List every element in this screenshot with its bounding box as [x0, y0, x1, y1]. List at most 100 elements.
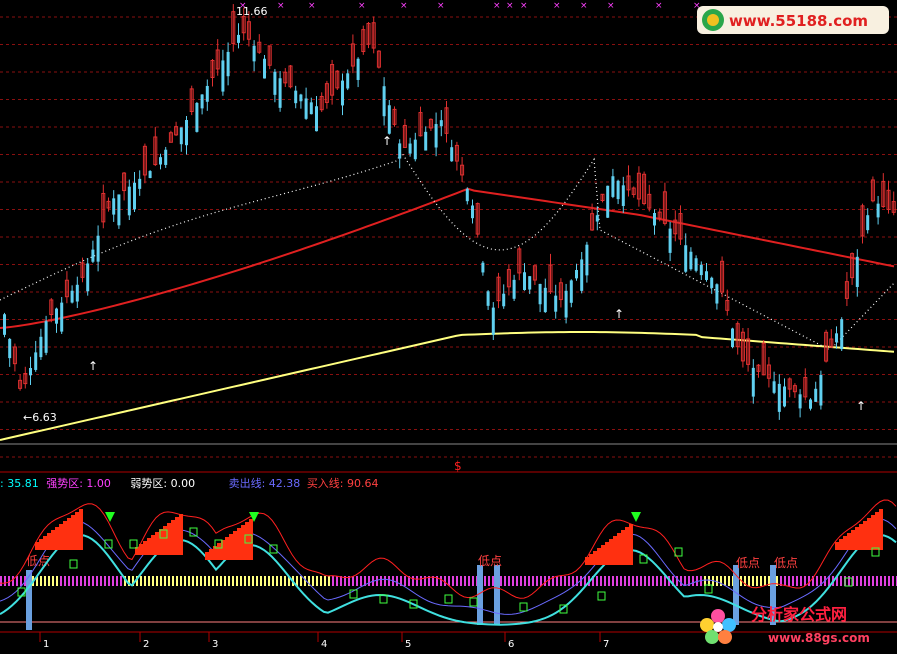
- red-step-bar: [79, 509, 83, 550]
- red-step-bar: [233, 531, 237, 560]
- low-point-label: 低点: [736, 556, 760, 570]
- zone-stripe: [168, 576, 170, 586]
- zone-stripe: [636, 576, 638, 586]
- red-step-bar: [851, 530, 855, 550]
- zone-stripe: [56, 576, 58, 586]
- zone-stripe: [460, 576, 462, 586]
- flower-icon: [700, 609, 736, 644]
- zone-stripe: [420, 576, 422, 586]
- candle-body: [159, 157, 162, 165]
- zone-stripe: [272, 576, 274, 586]
- candle-body: [408, 143, 412, 154]
- zone-stripe: [352, 576, 354, 586]
- zone-stripe: [20, 576, 22, 586]
- zone-stripe: [260, 576, 262, 586]
- zone-stripe: [640, 576, 642, 586]
- red-step-bar: [47, 533, 51, 550]
- candle-body: [263, 58, 266, 79]
- site-logo-top: www.55188.com: [697, 4, 889, 36]
- zone-stripe: [148, 576, 150, 586]
- candle-body: [387, 105, 391, 134]
- zone-stripe: [840, 576, 842, 586]
- ma-yellow-line: [0, 331, 895, 441]
- zone-stripe: [60, 576, 62, 586]
- candle-body: [819, 374, 823, 406]
- candle-body: [278, 78, 282, 108]
- candle-body: [299, 94, 303, 102]
- candle-body: [34, 352, 38, 370]
- red-step-bar: [609, 539, 613, 565]
- zone-stripe: [728, 576, 730, 586]
- zone-stripe: [856, 576, 858, 586]
- candle-body: [346, 73, 350, 89]
- zone-stripe: [280, 576, 282, 586]
- zone-stripe: [360, 576, 362, 586]
- zone-stripe: [868, 576, 870, 586]
- zone-stripe: [204, 576, 206, 586]
- zone-stripe: [892, 576, 894, 586]
- candle-body: [512, 279, 516, 299]
- zone-stripe: [256, 576, 258, 586]
- zone-stripe: [92, 576, 94, 586]
- red-step-bar: [629, 524, 633, 565]
- up-arrow-marker: ↑: [382, 134, 392, 148]
- top-cross-marker: ×: [358, 1, 366, 11]
- low-point-label: 低点: [478, 554, 502, 568]
- zone-stripe: [108, 576, 110, 586]
- zone-stripe: [720, 576, 722, 586]
- red-step-bar: [843, 536, 847, 550]
- candle-body: [413, 139, 417, 160]
- x-tick-label: 6: [508, 639, 514, 650]
- candle-body: [715, 284, 719, 304]
- candle-body: [304, 98, 308, 119]
- zone-stripe: [320, 576, 322, 586]
- candle-body: [112, 198, 116, 215]
- green-square: [519, 602, 528, 612]
- candle-body: [814, 388, 818, 402]
- zone-stripe: [616, 576, 618, 586]
- zone-stripe: [492, 576, 494, 586]
- green-down-arrow: [105, 512, 115, 522]
- candle-body: [684, 245, 688, 272]
- zone-stripe: [164, 576, 166, 586]
- candle-body: [580, 259, 584, 291]
- candle-body: [127, 186, 131, 216]
- candle-body: [148, 171, 152, 179]
- red-step-bar: [209, 549, 213, 560]
- zone-stripe: [44, 576, 46, 586]
- low-point-label: 低点: [774, 556, 798, 570]
- green-down-arrow: [631, 512, 641, 522]
- red-step-bar: [151, 535, 155, 555]
- candle-body: [341, 80, 344, 106]
- zone-stripe: [572, 576, 574, 586]
- red-step-bar: [879, 509, 883, 550]
- red-step-bar: [847, 533, 851, 550]
- zone-stripe: [568, 576, 570, 586]
- zone-stripe: [888, 576, 890, 586]
- candle-body: [60, 302, 64, 332]
- zone-stripe: [596, 576, 598, 586]
- red-step-bar: [71, 515, 75, 550]
- candle-body: [29, 368, 32, 376]
- zone-stripe: [524, 576, 526, 586]
- zone-stripe: [644, 576, 646, 586]
- zone-stripe: [12, 576, 14, 586]
- candle-body: [237, 34, 240, 43]
- red-step-bar: [67, 518, 71, 550]
- candle-body: [689, 251, 693, 270]
- candle-body: [91, 249, 95, 262]
- zone-stripe: [220, 576, 222, 586]
- zone-stripe: [268, 576, 270, 586]
- zone-stripe: [84, 576, 86, 586]
- zone-stripe: [680, 576, 682, 586]
- x-axis: 1 2 3 4 5 6 7: [39, 632, 609, 650]
- zone-stripe: [224, 576, 226, 586]
- candle-body: [705, 271, 708, 280]
- zone-stripe: [624, 576, 626, 586]
- zone-stripe: [452, 576, 454, 586]
- candle-body: [471, 205, 474, 219]
- red-step-bar: [229, 534, 233, 560]
- candle-body: [491, 307, 495, 335]
- zone-stripe: [40, 576, 42, 586]
- zone-stripe: [516, 576, 518, 586]
